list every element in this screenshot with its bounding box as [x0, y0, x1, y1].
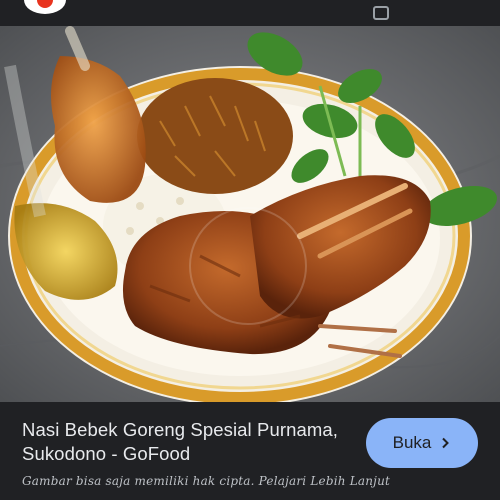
- app-logo-icon[interactable]: [24, 0, 66, 14]
- open-button-label: Buka: [392, 433, 432, 452]
- chevron-right-icon: [442, 437, 450, 449]
- card-icon[interactable]: [373, 6, 389, 20]
- open-button[interactable]: Buka: [366, 418, 478, 468]
- top-bar: [0, 0, 500, 26]
- food-photo[interactable]: [0, 26, 500, 402]
- result-title[interactable]: Nasi Bebek Goreng Spesial Purnama, Sukod…: [22, 418, 352, 466]
- copyright-note[interactable]: Gambar bisa saja memiliki hak cipta. Pel…: [22, 474, 390, 488]
- photo-icon: [0, 26, 500, 402]
